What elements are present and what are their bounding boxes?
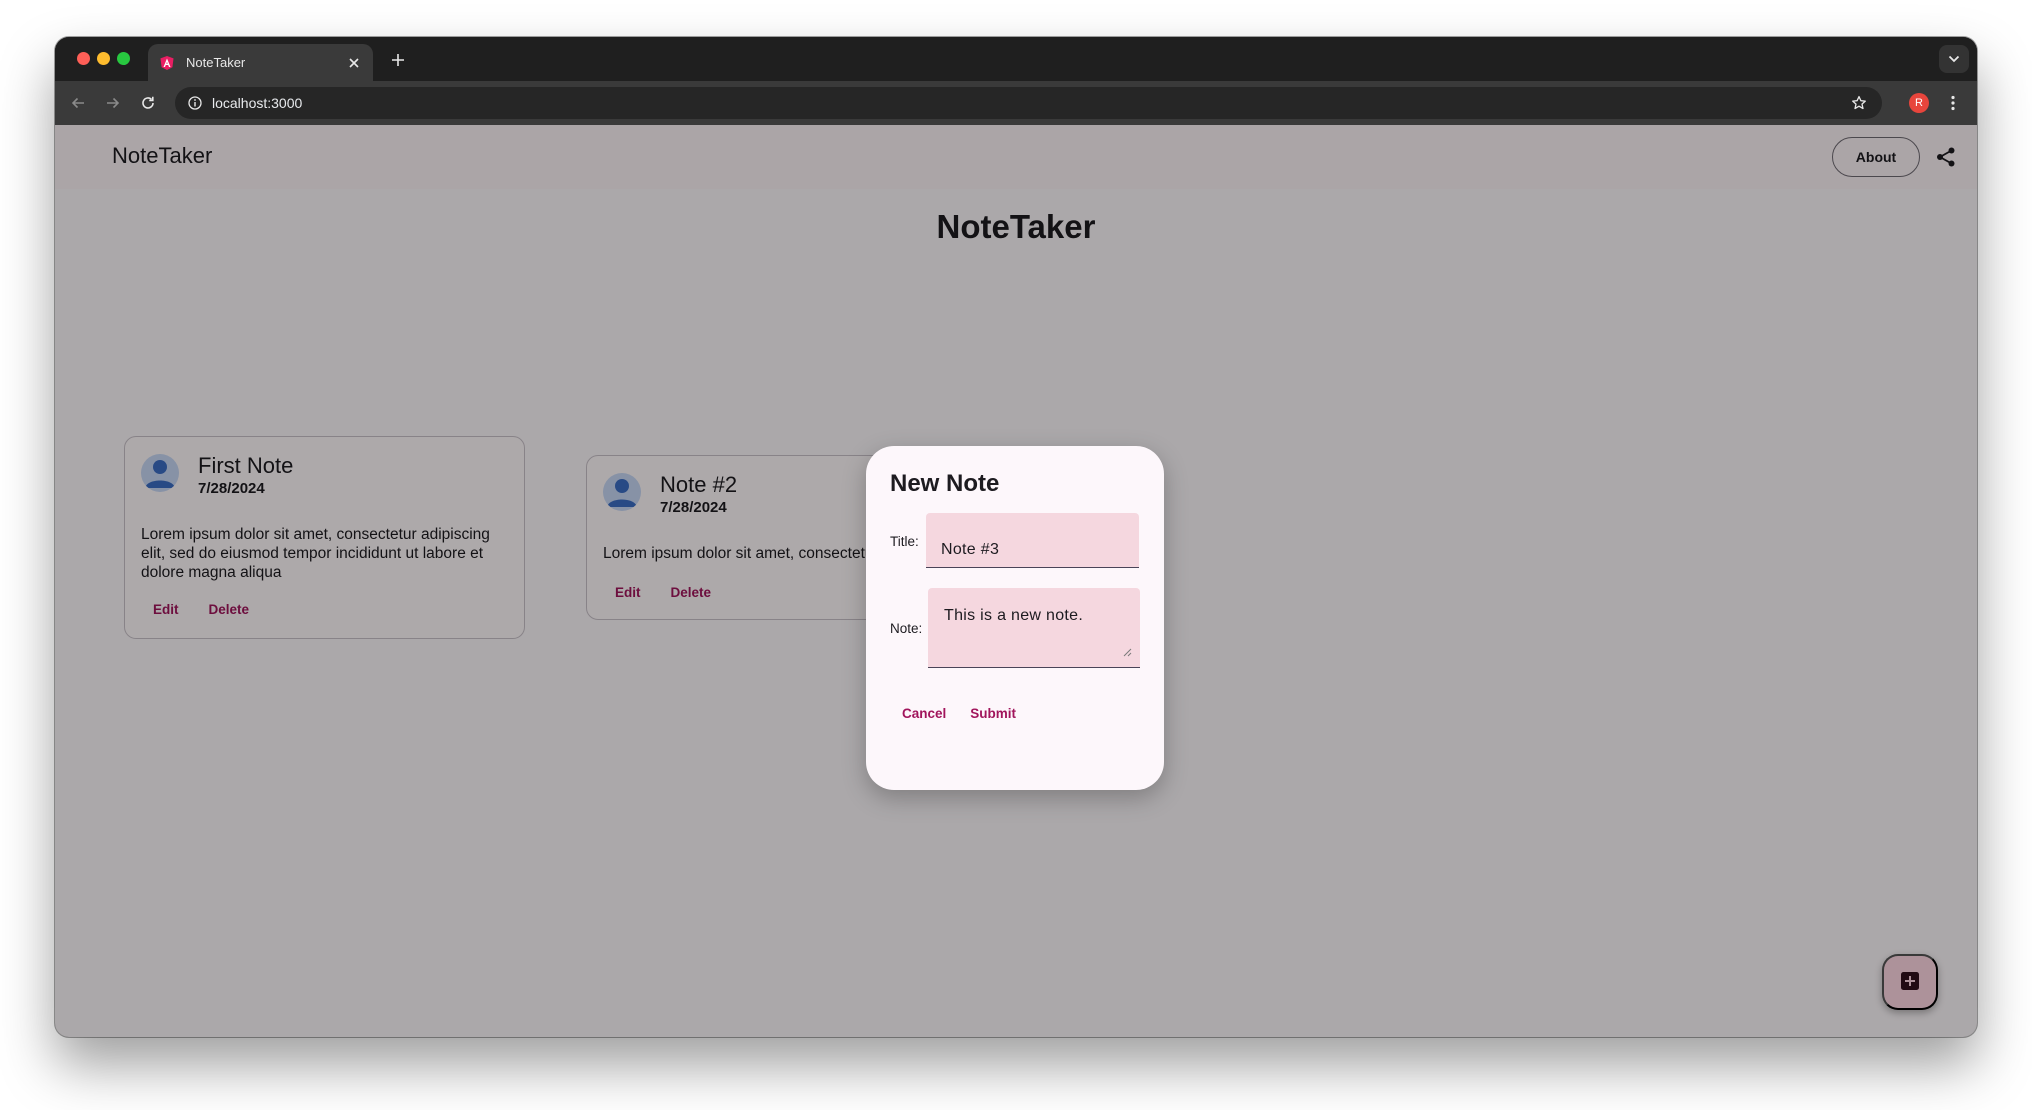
cancel-button[interactable]: Cancel — [890, 702, 958, 725]
browser-menu-icon[interactable] — [1941, 91, 1965, 115]
dialog-actions: Cancel Submit — [890, 702, 1028, 725]
address-bar[interactable]: localhost:3000 — [175, 87, 1882, 119]
back-arrow-icon[interactable] — [65, 90, 91, 116]
bookmark-star-icon[interactable] — [1848, 92, 1870, 114]
new-note-dialog: New Note Title: Note: This is a new note… — [866, 446, 1164, 790]
close-tab-icon[interactable] — [341, 50, 367, 76]
reload-icon[interactable] — [135, 90, 161, 116]
browser-toolbar: localhost:3000 R — [55, 81, 1977, 125]
dialog-title: New Note — [890, 470, 1000, 497]
submit-button[interactable]: Submit — [958, 702, 1028, 725]
maximize-window-button[interactable] — [117, 52, 130, 65]
note-field-label: Note: — [890, 621, 923, 636]
tab-strip: NoteTaker — [55, 37, 1977, 81]
angular-logo-icon — [158, 54, 176, 72]
profile-avatar[interactable]: R — [1909, 93, 1929, 113]
tab-title: NoteTaker — [186, 55, 246, 70]
close-window-button[interactable] — [77, 52, 90, 65]
browser-window: NoteTaker localhost:3000 R NoteTaker Abo… — [55, 37, 1977, 1037]
note-textarea[interactable]: This is a new note. — [928, 588, 1140, 668]
browser-tab[interactable]: NoteTaker — [148, 44, 373, 81]
resize-handle-icon[interactable] — [1122, 644, 1132, 657]
title-field-label: Title: — [890, 534, 919, 549]
forward-arrow-icon[interactable] — [100, 90, 126, 116]
new-tab-icon[interactable] — [385, 47, 411, 73]
site-info-icon[interactable] — [184, 92, 206, 114]
tab-search-chevron-icon[interactable] — [1939, 45, 1969, 73]
url-text: localhost:3000 — [212, 95, 303, 111]
minimize-window-button[interactable] — [97, 52, 110, 65]
title-input[interactable] — [926, 513, 1139, 568]
page-viewport: NoteTaker About NoteTaker First Note 7/2… — [55, 125, 1977, 1037]
